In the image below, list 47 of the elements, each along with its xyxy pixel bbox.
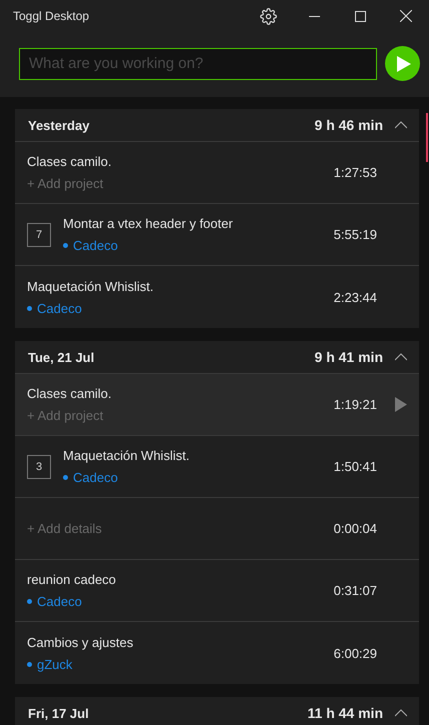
entry-duration: 2:23:44 [332,290,377,304]
entry-description: Montar a vtex header y footer [63,216,234,231]
entry-duration: 1:50:41 [332,459,377,474]
day-total: 9 h 41 min [314,349,383,365]
project-name[interactable]: Cadeco [37,300,82,316]
project-name[interactable]: Cadeco [73,470,118,485]
project-name[interactable]: Cadeco [37,594,82,609]
play-icon [397,56,411,72]
entry-duration: 0:31:07 [332,583,377,598]
project-label[interactable]: Cadeco [27,300,327,316]
entry-description: Maquetación Whislist. [63,448,190,463]
project-label[interactable]: Cadeco [63,470,327,485]
entry-description: Cambios y ajustes [27,634,134,650]
window-title: Toggl Desktop [13,9,90,23]
entry-duration: 1:19:21 [332,397,377,412]
close-icon [400,10,412,22]
description-field[interactable]: What are you working on? [19,48,377,80]
collapse-icon[interactable] [395,121,407,129]
scrollbar-thumb[interactable] [426,113,428,162]
collapse-icon[interactable] [395,353,407,361]
play-icon[interactable] [395,397,407,412]
day-date: Fri, 17 Jul [28,706,90,720]
settings-icon [260,8,276,24]
entry-count[interactable]: 7 [27,222,51,246]
day-date: Tue, 21 Jul [28,350,96,364]
entry-description: Clases camilo. [27,386,113,401]
entry-description: reunion cadeco [27,572,117,587]
entry-description: Maquetación Whislist. [27,278,154,294]
time-entry[interactable]: Clases camilo. + Add project 1:19:21 [15,374,419,436]
entry-description: Clases camilo. [27,154,113,169]
start-button[interactable] [385,46,420,81]
project-label[interactable]: gZuck [27,656,327,672]
entry-duration: 6:00:29 [332,646,377,660]
project-label[interactable]: Cadeco [27,594,327,609]
project-label[interactable]: Cadeco [63,238,327,253]
maximize-icon [354,10,366,22]
project-name[interactable]: gZuck [37,656,72,672]
day-header[interactable]: Fri, 17 Jul 11 h 44 min [15,697,419,725]
entry-duration: 0:00:04 [332,521,377,536]
entry-count[interactable]: 3 [27,454,51,478]
entry-duration: 1:27:53 [332,165,377,180]
project-name[interactable]: Cadeco [73,238,118,253]
day-total: 9 h 46 min [314,117,383,133]
entry-duration: 5:55:19 [332,227,377,242]
day-date: Yesterday [28,118,90,132]
day-total: 11 h 44 min [308,705,383,721]
collapse-icon[interactable] [395,709,407,717]
